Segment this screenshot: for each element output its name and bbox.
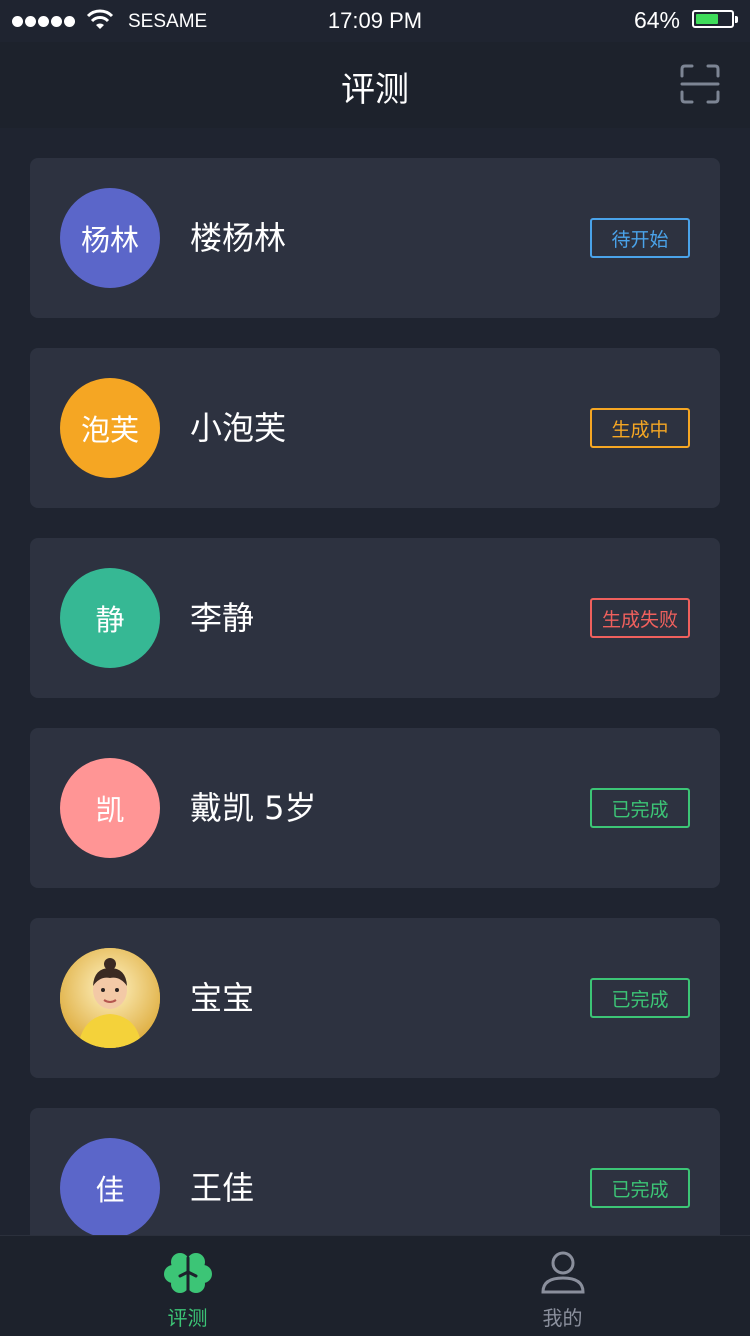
assessment-card[interactable]: 泡芙 小泡芙 生成中 bbox=[30, 348, 720, 508]
child-name: 王佳 bbox=[190, 1169, 255, 1207]
brain-icon bbox=[164, 1253, 212, 1296]
status-badge: 生成中 bbox=[590, 408, 690, 448]
avatar-initials: 杨林 bbox=[80, 223, 139, 257]
avatar-initials: 泡芙 bbox=[80, 413, 139, 447]
status-badge: 待开始 bbox=[590, 218, 690, 258]
avatar-initials: 静 bbox=[95, 603, 125, 637]
avatar-initials: 凯 bbox=[95, 793, 125, 827]
avatar: 静 bbox=[60, 568, 160, 668]
assessment-card[interactable]: 杨林 楼杨林 待开始 bbox=[30, 158, 720, 318]
avatar-photo bbox=[60, 948, 160, 1048]
avatar: 杨林 bbox=[60, 188, 160, 288]
status-bar: SESAME 17:09 PM 64% bbox=[0, 0, 750, 42]
battery-icon bbox=[692, 10, 738, 28]
avatar-initials: 佳 bbox=[95, 1173, 125, 1207]
assessment-card[interactable]: 静 李静 生成失败 bbox=[30, 538, 720, 698]
status-badge: 已完成 bbox=[590, 1168, 690, 1208]
status-badge: 生成失败 bbox=[590, 598, 690, 638]
status-badge: 已完成 bbox=[590, 788, 690, 828]
assessment-card[interactable]: 凯 戴凯 5岁 已完成 bbox=[30, 728, 720, 888]
assessment-list: 杨林 楼杨林 待开始 泡芙 小泡芙 生成中 静 李静 生成失败 凯 戴凯 5岁 … bbox=[30, 158, 720, 1298]
tab-label: 我的 bbox=[542, 1306, 583, 1330]
tab-label: 评测 bbox=[167, 1306, 208, 1330]
battery-percent: 64% bbox=[633, 7, 680, 33]
child-name: 小泡芙 bbox=[190, 409, 287, 447]
tab-mine[interactable]: 我的 bbox=[375, 1236, 750, 1336]
child-name: 楼杨林 bbox=[190, 219, 287, 257]
scan-icon[interactable] bbox=[680, 64, 720, 104]
page-title: 评测 bbox=[341, 70, 409, 110]
child-name: 戴凯 5岁 bbox=[190, 789, 317, 827]
avatar: 泡芙 bbox=[60, 378, 160, 478]
child-name: 李静 bbox=[190, 599, 255, 637]
status-badge: 已完成 bbox=[590, 978, 690, 1018]
assessment-card[interactable]: 宝宝 已完成 bbox=[30, 918, 720, 1078]
avatar: 凯 bbox=[60, 758, 160, 858]
tab-assessment[interactable]: 评测 bbox=[0, 1236, 375, 1336]
avatar: 佳 bbox=[60, 1138, 160, 1238]
tab-bar: 评测 我的 bbox=[0, 1235, 750, 1336]
person-icon bbox=[541, 1251, 585, 1294]
child-photo bbox=[60, 948, 160, 1048]
nav-bar: 评测 bbox=[0, 42, 750, 128]
child-name: 宝宝 bbox=[190, 979, 255, 1017]
